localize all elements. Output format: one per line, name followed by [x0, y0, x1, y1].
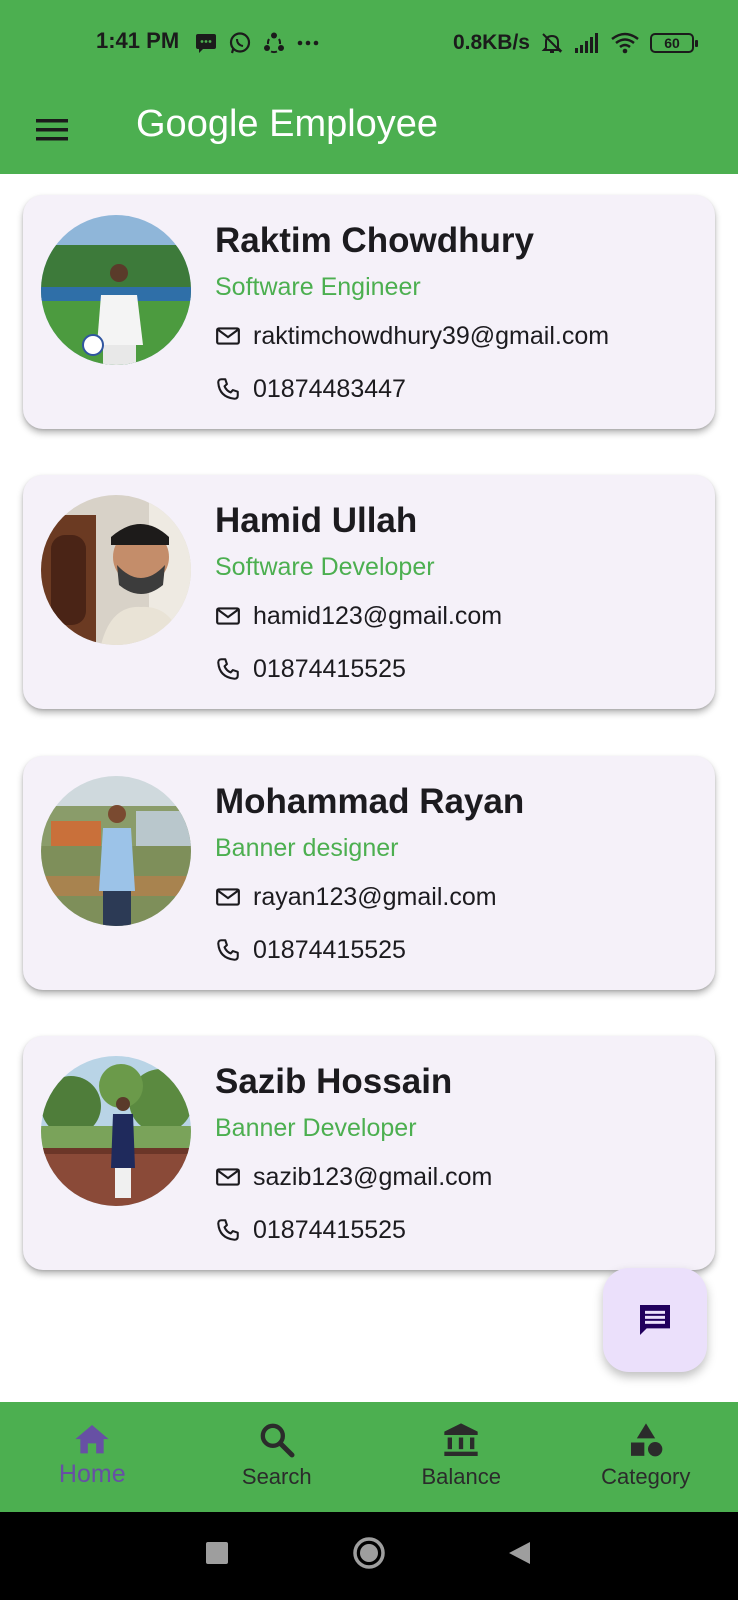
employee-card[interactable]: Mohammad Rayan Banner designer rayan123@… [23, 756, 715, 990]
employee-card[interactable]: Raktim Chowdhury Software Engineer rakti… [23, 195, 715, 429]
nav-balance[interactable]: Balance [369, 1402, 554, 1512]
nav-category[interactable]: Category [554, 1402, 738, 1512]
nav-search-label: Search [241, 1464, 312, 1489]
avatar [41, 1056, 191, 1206]
phone-icon [217, 378, 239, 400]
recents-square-icon[interactable] [204, 1540, 230, 1566]
cellular-signal-icon [575, 33, 598, 53]
bank-icon [444, 1423, 478, 1456]
search-icon [260, 1423, 295, 1458]
email-icon [216, 327, 240, 345]
employee-name: Raktim Chowdhury [215, 221, 534, 260]
employee-email: sazib123@gmail.com [253, 1162, 493, 1191]
back-triangle-icon[interactable] [506, 1540, 532, 1566]
battery-icon: 60 [650, 33, 698, 53]
nav-home-label: Home [58, 1460, 126, 1488]
email-row[interactable]: rayan123@gmail.com [215, 881, 497, 913]
notification-icons [194, 28, 320, 58]
employee-phone: 01874415525 [253, 935, 406, 964]
wifi-icon [611, 32, 639, 54]
employee-role: Banner Developer [215, 1114, 417, 1142]
employee-card[interactable]: Hamid Ullah Software Developer hamid123@… [23, 475, 715, 709]
employee-role: Banner designer [215, 834, 399, 862]
app-bar: Google Employee [0, 84, 738, 174]
avatar [41, 215, 191, 365]
email-icon [216, 1168, 240, 1186]
employee-phone: 01874415525 [253, 654, 406, 683]
email-row[interactable]: sazib123@gmail.com [215, 1161, 492, 1193]
employee-name: Mohammad Rayan [215, 782, 525, 821]
bottom-navigation: Home Search Balance Category [0, 1402, 738, 1512]
nav-category-label: Category [601, 1464, 691, 1489]
employee-name: Sazib Hossain [215, 1062, 453, 1101]
phone-row[interactable]: 01874415525 [215, 1214, 406, 1246]
nav-home[interactable]: Home [0, 1402, 185, 1512]
sync-icon [264, 32, 284, 54]
employee-role: Software Developer [215, 553, 435, 581]
employee-name: Hamid Ullah [215, 501, 418, 540]
employee-role: Software Engineer [215, 273, 421, 301]
employee-email: hamid123@gmail.com [253, 601, 503, 630]
status-indicators: 0.8KB/s 60 [452, 28, 698, 58]
phone-row[interactable]: 01874415525 [215, 934, 406, 966]
email-icon [216, 607, 240, 625]
phone-icon [217, 658, 239, 680]
battery-level: 60 [664, 35, 680, 51]
message-notification-icon [196, 34, 216, 53]
system-navigation-bar [0, 1512, 738, 1600]
whatsapp-icon [229, 32, 251, 54]
status-time: 1:41 PM [96, 28, 180, 53]
app-title: Google Employee [136, 103, 439, 145]
phone-icon [217, 1219, 239, 1241]
employee-phone: 01874483447 [253, 374, 406, 403]
muted-bell-icon [541, 33, 563, 53]
employee-email: raktimchowdhury39@gmail.com [253, 321, 610, 350]
email-icon [216, 888, 240, 906]
network-speed: 0.8KB/s [452, 31, 530, 54]
email-row[interactable]: hamid123@gmail.com [215, 600, 502, 632]
avatar [41, 495, 191, 645]
category-icon [630, 1423, 663, 1457]
employee-phone: 01874415525 [253, 1215, 406, 1244]
status-bar: 1:41 PM 0.8KB/s 60 [0, 0, 738, 84]
chat-fab-button[interactable] [603, 1268, 707, 1372]
phone-row[interactable]: 01874415525 [215, 653, 406, 685]
avatar [41, 776, 191, 926]
more-dots-icon [297, 40, 319, 46]
message-icon [640, 1305, 670, 1335]
employee-email: rayan123@gmail.com [253, 882, 497, 911]
home-circle-icon[interactable] [352, 1536, 386, 1570]
menu-icon[interactable] [30, 108, 74, 152]
email-row[interactable]: raktimchowdhury39@gmail.com [215, 320, 609, 352]
phone-icon [217, 939, 239, 961]
nav-balance-label: Balance [421, 1464, 501, 1489]
nav-search[interactable]: Search [185, 1402, 370, 1512]
phone-row[interactable]: 01874483447 [215, 373, 406, 405]
home-icon [75, 1425, 109, 1454]
employee-card[interactable]: Sazib Hossain Banner Developer sazib123@… [23, 1036, 715, 1270]
